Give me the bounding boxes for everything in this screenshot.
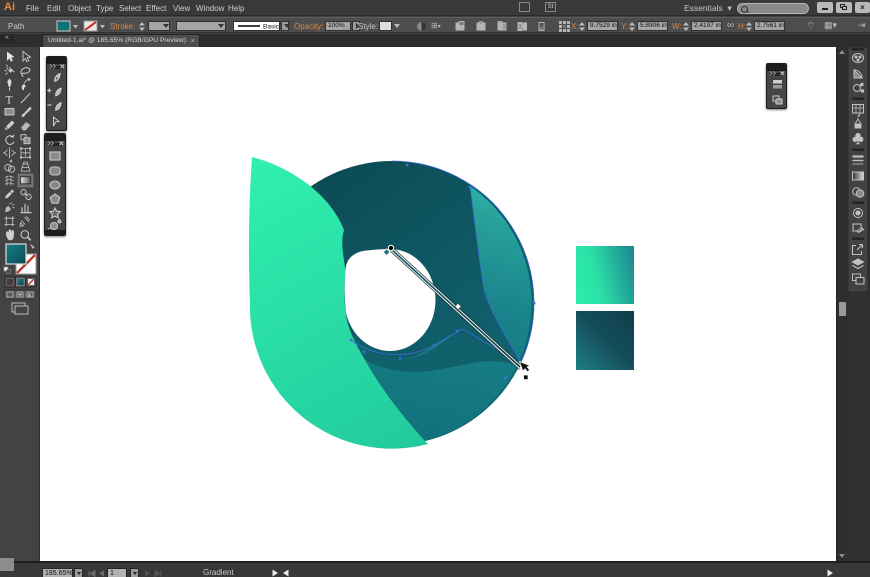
svg-text:T: T xyxy=(6,95,13,107)
svg-text:Basic: Basic xyxy=(263,23,280,30)
svg-text:a: a xyxy=(540,26,544,32)
